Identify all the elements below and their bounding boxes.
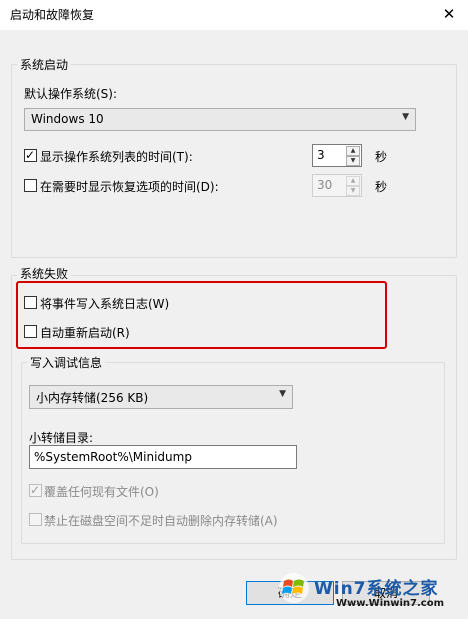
default-os-select[interactable]: Windows 10 ▼: [24, 108, 416, 131]
auto-restart-checkbox[interactable]: [24, 325, 37, 338]
show-recovery-checkbox[interactable]: [24, 179, 37, 192]
debug-group-label: 写入调试信息: [27, 354, 106, 371]
show-recovery-unit: 秒: [375, 180, 388, 194]
show-os-list-unit: 秒: [375, 150, 388, 164]
close-icon[interactable]: ✕: [430, 0, 468, 30]
watermark-brand: Win7系统之家: [314, 579, 439, 599]
write-event-log-label[interactable]: 将事件写入系统日志(W): [40, 295, 169, 312]
overwrite-label: 覆盖任何现有文件(O): [44, 485, 159, 499]
overwrite-checkbox: ✓: [29, 483, 42, 497]
disable-autodelete-label: 禁止在磁盘空间不足时自动删除内存转储(A): [44, 514, 278, 528]
spin-down-icon[interactable]: ▼: [346, 156, 360, 166]
show-os-list-value: 3: [317, 148, 325, 162]
failure-group-label: 系统失败: [17, 265, 72, 282]
show-recovery-value: 30: [317, 178, 333, 192]
default-os-value: Windows 10: [31, 112, 104, 126]
dump-dir-value: %SystemRoot%\Minidump: [34, 450, 192, 464]
checkmark-icon: ✓: [25, 148, 36, 162]
watermark-url: Www.Winwin7.com: [336, 598, 445, 609]
show-os-list-label[interactable]: 显示操作系统列表的时间(T):: [40, 148, 193, 165]
chevron-down-icon: ▼: [279, 389, 286, 399]
windows-logo-icon: [279, 573, 309, 603]
dump-dir-input[interactable]: %SystemRoot%\Minidump: [29, 445, 297, 469]
dump-type-select[interactable]: 小内存转储(256 KB) ▼: [29, 385, 293, 409]
startup-group-label: 系统启动: [17, 56, 72, 73]
spin-up-icon: ▲: [346, 176, 360, 186]
write-event-log-checkbox[interactable]: [24, 296, 37, 309]
spin-down-icon: ▼: [346, 186, 360, 196]
checkmark-icon: ✓: [30, 483, 41, 497]
auto-restart-label[interactable]: 自动重新启动(R): [40, 324, 130, 341]
chevron-down-icon: ▼: [402, 112, 409, 122]
spin-up-icon[interactable]: ▲: [346, 146, 360, 156]
dump-dir-label: 小转储目录:: [29, 431, 94, 445]
default-os-label: 默认操作系统(S):: [24, 87, 118, 101]
dump-type-value: 小内存转储(256 KB): [36, 391, 149, 405]
show-recovery-label[interactable]: 在需要时显示恢复选项的时间(D):: [40, 178, 219, 195]
show-os-list-checkbox[interactable]: ✓: [24, 148, 37, 162]
disable-autodelete-checkbox: [29, 513, 42, 526]
show-os-list-stepper[interactable]: 3 ▲ ▼: [312, 144, 362, 167]
window-title: 启动和故障恢复: [10, 8, 95, 22]
show-recovery-stepper: 30 ▲ ▼: [312, 174, 362, 197]
